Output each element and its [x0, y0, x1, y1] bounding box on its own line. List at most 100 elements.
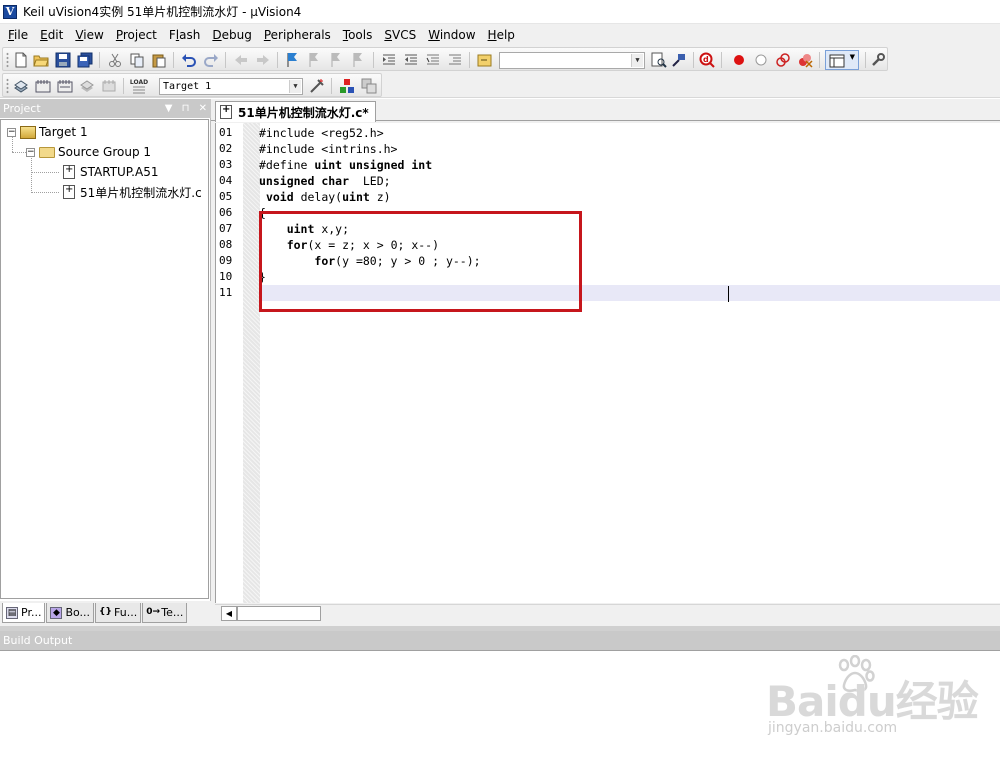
menu-svcs[interactable]: SVCS: [378, 24, 422, 46]
panel-header-tools: ▼ ⊓ ✕: [159, 99, 207, 118]
menu-label-part: indow: [439, 28, 476, 42]
tree-connector: [31, 172, 59, 173]
scroll-left-arrow-icon[interactable]: ◀: [221, 606, 237, 621]
start-debug-icon[interactable]: d: [699, 52, 715, 68]
target-select[interactable]: Target 1 ▼: [159, 78, 303, 95]
rebuild-all-icon[interactable]: [57, 78, 73, 94]
editor-area: 51单片机控制流水灯.c* 01 02 03 04 05 06 07 08 09 10 11 #in…: [211, 99, 1000, 626]
source-file-icon: [220, 104, 232, 119]
target-options-icon[interactable]: [309, 78, 325, 94]
unindent-icon[interactable]: [403, 52, 419, 68]
find-combo[interactable]: ▼: [499, 52, 645, 69]
configure-wrench-icon[interactable]: [870, 52, 886, 68]
tree-item-file[interactable]: STARTUP.A51: [61, 163, 158, 181]
tab-functions[interactable]: {} Fu...: [95, 603, 142, 623]
save-icon[interactable]: [55, 52, 71, 68]
tree-item-file[interactable]: 51单片机控制流水灯.c: [61, 183, 202, 201]
menu-label-part: roject: [122, 28, 157, 42]
tab-books[interactable]: ◆ Bo...: [46, 603, 95, 623]
scrollbar-thumb[interactable]: [237, 606, 321, 621]
toolbar-gripper[interactable]: [6, 78, 9, 94]
download-button[interactable]: LOAD: [129, 78, 149, 94]
chevron-down-icon[interactable]: ▼: [289, 80, 301, 93]
text-caret: [728, 286, 729, 302]
undo-icon[interactable]: [181, 52, 197, 68]
tree-connector: [31, 192, 59, 193]
collapse-toggle-icon[interactable]: −: [26, 147, 35, 157]
menu-file[interactable]: File: [2, 24, 34, 46]
manage-components-icon[interactable]: [339, 78, 355, 94]
chevron-down-icon[interactable]: ▼: [631, 54, 643, 67]
save-all-icon[interactable]: [77, 52, 93, 68]
window-layout-button[interactable]: ▼: [825, 50, 859, 70]
navigate-back-icon[interactable]: [233, 52, 249, 68]
toolbar-separator: [123, 78, 124, 94]
prev-bookmark-icon[interactable]: [307, 52, 323, 68]
incremental-find-icon[interactable]: [671, 52, 687, 68]
uncomment-icon[interactable]: [447, 52, 463, 68]
select-packs-icon[interactable]: [361, 78, 377, 94]
paste-icon[interactable]: [151, 52, 167, 68]
line-number: 06: [219, 206, 233, 219]
code-line[interactable]: void delay(uint z): [259, 189, 1000, 205]
copy-icon[interactable]: [129, 52, 145, 68]
horizontal-scrollbar[interactable]: ◀: [215, 604, 1000, 621]
menu-help[interactable]: Help: [482, 24, 521, 46]
project-tab-icon: ▤: [6, 606, 18, 619]
tree-connector: [31, 156, 32, 193]
open-folder-icon[interactable]: [33, 52, 49, 68]
line-number-gutter: 01 02 03 04 05 06 07 08 09 10 11: [216, 123, 242, 603]
enable-breakpoint-icon[interactable]: [753, 52, 769, 68]
indent-icon[interactable]: [381, 52, 397, 68]
build-output-text[interactable]: [0, 650, 1000, 763]
disable-all-breakpoints-icon[interactable]: [775, 52, 791, 68]
comment-icon[interactable]: [425, 52, 441, 68]
translate-icon[interactable]: [13, 78, 29, 94]
tree-item-target[interactable]: − Target 1: [7, 123, 88, 141]
menu-flash[interactable]: Flash: [163, 24, 206, 46]
cut-icon[interactable]: [107, 52, 123, 68]
bookmark-icon[interactable]: [285, 52, 301, 68]
insert-breakpoint-icon[interactable]: [731, 52, 747, 68]
menu-view[interactable]: View: [69, 24, 109, 46]
collapse-toggle-icon[interactable]: −: [7, 127, 16, 137]
menu-label-part: elp: [496, 28, 515, 42]
menu-peripherals[interactable]: Peripherals: [258, 24, 337, 46]
editor-tab-active[interactable]: 51单片机控制流水灯.c*: [215, 101, 376, 122]
menu-accelerator: W: [428, 28, 440, 42]
code-line[interactable]: #define uint unsigned int: [259, 157, 1000, 173]
find-in-files-icon[interactable]: [477, 52, 493, 68]
find-icon[interactable]: [651, 52, 667, 68]
menu-edit[interactable]: Edit: [34, 24, 69, 46]
redo-icon[interactable]: [203, 52, 219, 68]
menu-project[interactable]: Project: [110, 24, 163, 46]
panel-close-icon[interactable]: ✕: [199, 103, 207, 114]
code-text-area[interactable]: #include <reg52.h> #include <intrins.h> #d…: [259, 123, 1000, 603]
line-number: 01: [219, 126, 233, 139]
navigate-forward-icon[interactable]: [255, 52, 271, 68]
code-editor[interactable]: 01 02 03 04 05 06 07 08 09 10 11 #include <reg52.h…: [215, 123, 1000, 603]
menu-tools[interactable]: Tools: [337, 24, 379, 46]
stop-build-icon[interactable]: [101, 78, 117, 94]
next-bookmark-icon[interactable]: [329, 52, 345, 68]
tab-templates[interactable]: 0→ Te...: [142, 603, 188, 623]
panel-menu-arrow-icon[interactable]: ▼: [165, 103, 173, 114]
kill-all-breakpoints-icon[interactable]: [797, 52, 813, 68]
menu-window[interactable]: Window: [422, 24, 481, 46]
tab-label: Te...: [161, 606, 184, 619]
code-line[interactable]: #include <intrins.h>: [259, 141, 1000, 157]
batch-build-icon[interactable]: [79, 78, 95, 94]
tab-project[interactable]: ▤ Pr...: [2, 603, 46, 623]
fold-margin[interactable]: [243, 123, 260, 603]
code-line[interactable]: #include <reg52.h>: [259, 125, 1000, 141]
toolbar-gripper[interactable]: [6, 52, 9, 68]
new-file-icon[interactable]: [13, 52, 29, 68]
build-target-icon[interactable]: [35, 78, 51, 94]
tree-item-label: Source Group 1: [58, 145, 152, 159]
project-panel-header: Project ▼ ⊓ ✕: [0, 99, 211, 118]
menu-debug[interactable]: Debug: [206, 24, 257, 46]
tree-item-source-group[interactable]: − Source Group 1: [26, 143, 151, 161]
panel-pin-icon[interactable]: ⊓: [182, 103, 190, 114]
code-line[interactable]: unsigned char LED;: [259, 173, 1000, 189]
clear-bookmarks-icon[interactable]: [351, 52, 367, 68]
